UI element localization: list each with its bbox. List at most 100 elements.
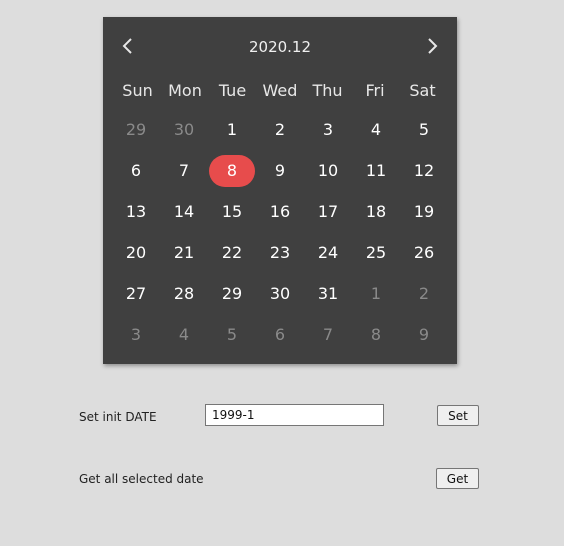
day-cell-selected[interactable]: 8 — [208, 150, 256, 191]
day-cell[interactable]: 15 — [208, 191, 256, 232]
day-cell-other-month[interactable]: 1 — [352, 273, 400, 314]
day-number: 16 — [269, 201, 291, 221]
chevron-right-icon[interactable] — [421, 35, 443, 57]
day-number: 5 — [226, 324, 238, 344]
day-number: 7 — [322, 324, 334, 344]
day-cell[interactable]: 23 — [256, 232, 304, 273]
day-cell[interactable]: 27 — [112, 273, 160, 314]
day-cell[interactable]: 24 — [304, 232, 352, 273]
day-number: 13 — [125, 201, 147, 221]
day-cell[interactable]: 19 — [400, 191, 448, 232]
day-number: 18 — [365, 201, 387, 221]
day-cell[interactable]: 9 — [256, 150, 304, 191]
day-cell-other-month[interactable]: 7 — [304, 314, 352, 355]
day-number: 9 — [274, 160, 286, 180]
day-number: 21 — [173, 242, 195, 262]
day-number: 30 — [173, 119, 195, 139]
calendar-widget: 2020.12 Sun Mon Tue Wed Thu Fri Sat 29 30… — [103, 17, 457, 364]
day-number: 1 — [226, 119, 238, 139]
day-number: 2 — [274, 119, 286, 139]
day-cell-other-month[interactable]: 6 — [256, 314, 304, 355]
day-number: 30 — [269, 283, 291, 303]
day-number: 29 — [221, 283, 243, 303]
day-cell[interactable]: 16 — [256, 191, 304, 232]
get-date-row: Get all selected date Get — [0, 464, 564, 494]
day-cell[interactable]: 12 — [400, 150, 448, 191]
day-cell[interactable]: 30 — [256, 273, 304, 314]
weekday-tue: Tue — [218, 81, 247, 100]
set-button[interactable]: Set — [437, 405, 479, 426]
day-number: 7 — [178, 160, 190, 180]
day-cell[interactable]: 18 — [352, 191, 400, 232]
day-cell-other-month[interactable]: 30 — [160, 109, 208, 150]
day-grid: 29 30 1 2 3 4 5 6 7 8 9 10 11 12 13 14 15 16 17 18 19 20 21 22 2… — [112, 109, 448, 355]
day-number: 8 — [370, 324, 382, 344]
day-cell[interactable]: 22 — [208, 232, 256, 273]
day-cell[interactable]: 25 — [352, 232, 400, 273]
day-number: 28 — [173, 283, 195, 303]
day-cell-other-month[interactable]: 9 — [400, 314, 448, 355]
day-number: 27 — [125, 283, 147, 303]
weekday-mon: Mon — [168, 81, 202, 100]
day-number: 10 — [317, 160, 339, 180]
set-date-row: Set init DATE Set — [0, 402, 564, 432]
day-cell[interactable]: 26 — [400, 232, 448, 273]
init-date-input[interactable] — [205, 404, 384, 426]
day-number: 23 — [269, 242, 291, 262]
day-cell[interactable]: 2 — [256, 109, 304, 150]
day-number: 17 — [317, 201, 339, 221]
day-cell[interactable]: 17 — [304, 191, 352, 232]
day-number: 1 — [370, 283, 382, 303]
day-number: 3 — [130, 324, 142, 344]
day-number: 19 — [413, 201, 435, 221]
weekday-wed: Wed — [262, 81, 298, 100]
day-cell[interactable]: 5 — [400, 109, 448, 150]
weekday-header-row: Sun Mon Tue Wed Thu Fri Sat — [103, 77, 457, 105]
day-cell[interactable]: 11 — [352, 150, 400, 191]
day-cell-other-month[interactable]: 3 — [112, 314, 160, 355]
weekday-fri: Fri — [365, 81, 385, 100]
day-cell[interactable]: 6 — [112, 150, 160, 191]
day-cell-other-month[interactable]: 4 — [160, 314, 208, 355]
day-number: 8 — [209, 154, 255, 187]
day-number: 31 — [317, 283, 339, 303]
day-cell-other-month[interactable]: 5 — [208, 314, 256, 355]
day-cell[interactable]: 13 — [112, 191, 160, 232]
day-number: 6 — [130, 160, 142, 180]
get-button[interactable]: Get — [436, 468, 479, 489]
day-number: 11 — [365, 160, 387, 180]
day-cell[interactable]: 10 — [304, 150, 352, 191]
day-cell[interactable]: 3 — [304, 109, 352, 150]
day-number: 4 — [178, 324, 190, 344]
day-number: 5 — [418, 119, 430, 139]
day-number: 9 — [418, 324, 430, 344]
day-number: 3 — [322, 119, 334, 139]
day-cell[interactable]: 31 — [304, 273, 352, 314]
day-number: 25 — [365, 242, 387, 262]
day-number: 15 — [221, 201, 243, 221]
day-number: 20 — [125, 242, 147, 262]
day-number: 26 — [413, 242, 435, 262]
weekday-sat: Sat — [409, 81, 436, 100]
day-cell[interactable]: 1 — [208, 109, 256, 150]
day-cell[interactable]: 29 — [208, 273, 256, 314]
calendar-header: 2020.12 — [103, 17, 457, 77]
day-cell[interactable]: 14 — [160, 191, 208, 232]
day-cell[interactable]: 7 — [160, 150, 208, 191]
weekday-thu: Thu — [312, 81, 343, 100]
day-number: 24 — [317, 242, 339, 262]
day-number: 29 — [125, 119, 147, 139]
get-date-label: Get all selected date — [79, 472, 204, 486]
day-number: 2 — [418, 283, 430, 303]
weekday-sun: Sun — [122, 81, 153, 100]
day-cell[interactable]: 21 — [160, 232, 208, 273]
day-cell[interactable]: 4 — [352, 109, 400, 150]
day-number: 14 — [173, 201, 195, 221]
set-date-label: Set init DATE — [79, 410, 157, 424]
day-cell[interactable]: 20 — [112, 232, 160, 273]
day-cell[interactable]: 28 — [160, 273, 208, 314]
day-cell-other-month[interactable]: 2 — [400, 273, 448, 314]
day-cell-other-month[interactable]: 29 — [112, 109, 160, 150]
day-cell-other-month[interactable]: 8 — [352, 314, 400, 355]
calendar-month-title: 2020.12 — [248, 38, 312, 56]
